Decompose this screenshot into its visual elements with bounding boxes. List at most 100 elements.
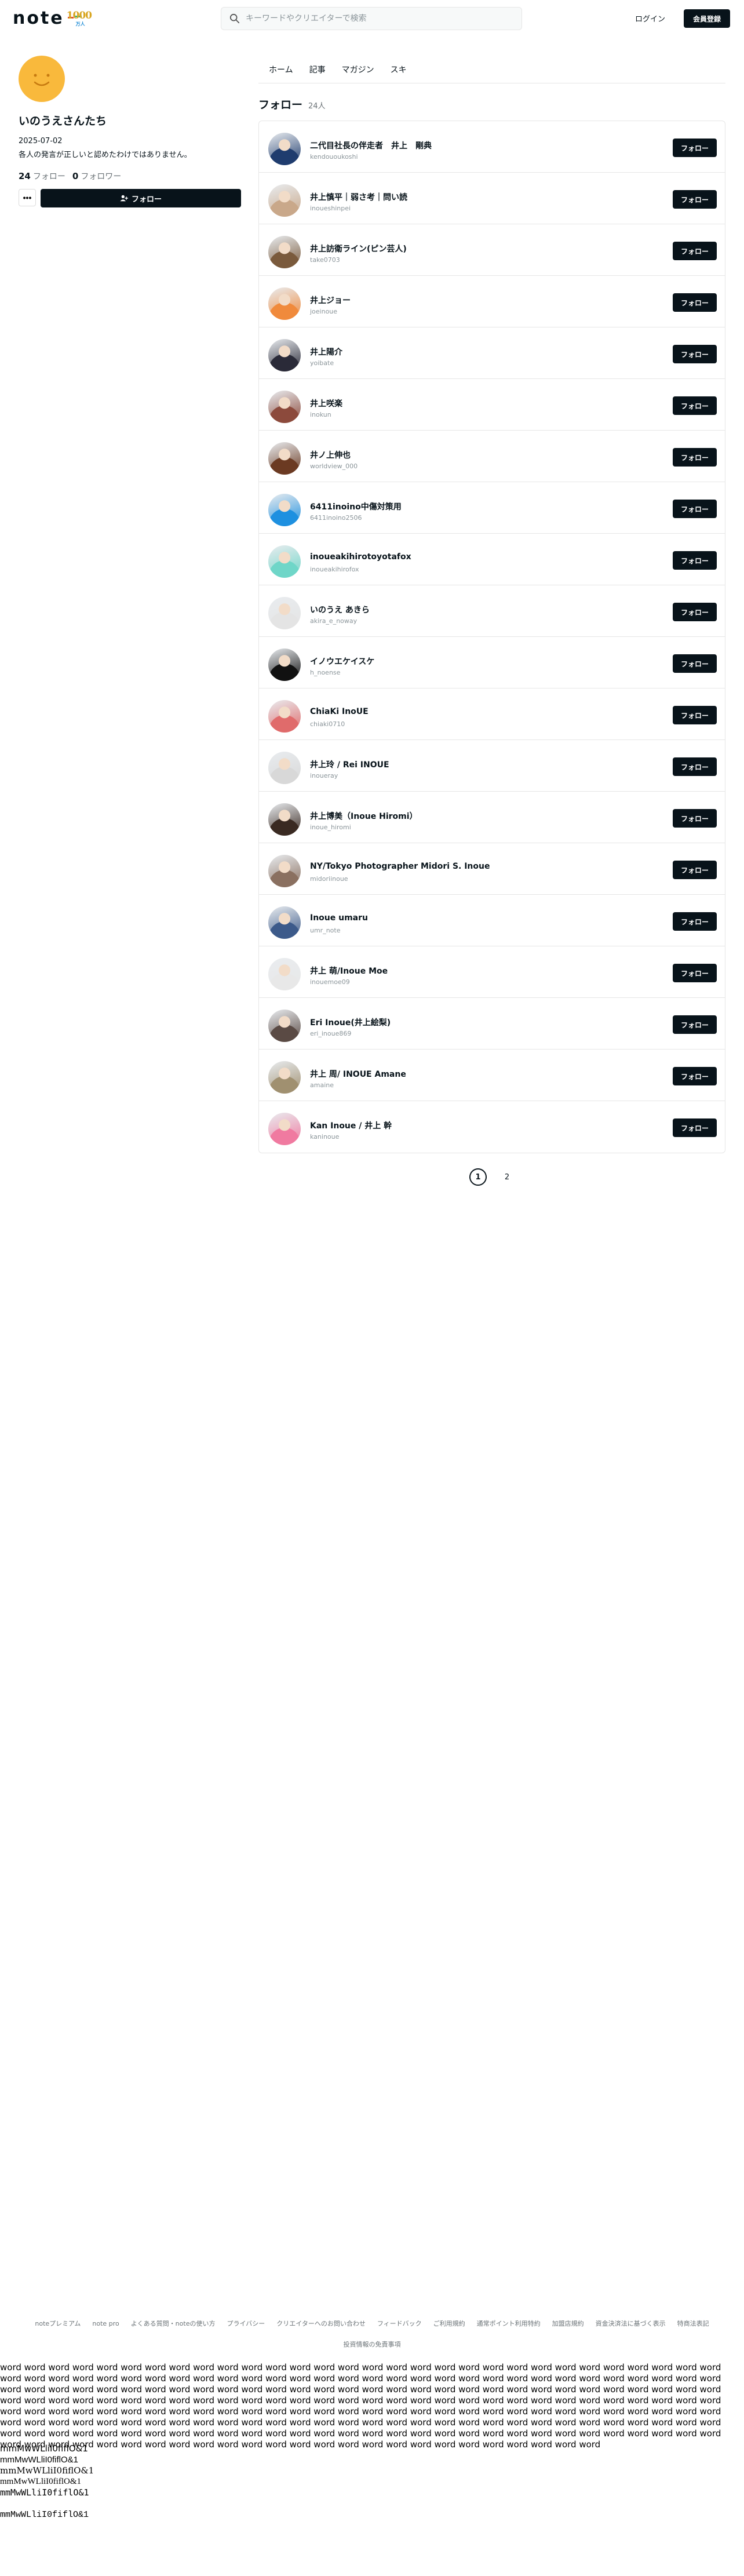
follow-row[interactable]: 井ノ上伸也 worldview_000 フォロー: [259, 431, 725, 482]
user-avatar[interactable]: [268, 597, 301, 629]
user-avatar[interactable]: [268, 1010, 301, 1042]
user-name[interactable]: 井上 萌/Inoue Moe: [310, 965, 388, 977]
follow-button[interactable]: フォロー: [673, 809, 717, 828]
follow-button[interactable]: フォロー: [673, 242, 717, 260]
user-avatar[interactable]: [268, 133, 301, 165]
user-name[interactable]: 井ノ上伸也: [310, 449, 351, 461]
user-avatar[interactable]: [268, 1061, 301, 1094]
user-avatar[interactable]: [268, 855, 301, 887]
user-avatar[interactable]: [268, 494, 301, 526]
user-avatar[interactable]: [268, 958, 301, 990]
follow-row[interactable]: 井上博美（Inoue Hiromi） inoue_hiromi フォロー: [259, 792, 725, 843]
follow-row[interactable]: 井上咲楽 inokun フォロー: [259, 379, 725, 431]
user-avatar[interactable]: [268, 1113, 301, 1145]
follow-button[interactable]: フォロー: [673, 448, 717, 467]
follow-button[interactable]: フォロー: [673, 1067, 717, 1085]
follow-row[interactable]: Kan Inoue / 井上 幹 kaninoue フォロー: [259, 1101, 725, 1153]
user-name[interactable]: 井上 周/ INOUE Amane: [310, 1068, 406, 1080]
follow-row[interactable]: 二代目社長の伴走者 井上 剛典 kendououkoshi フォロー: [259, 121, 725, 173]
user-name[interactable]: Kan Inoue / 井上 幹: [310, 1120, 392, 1131]
follow-button[interactable]: フォロー: [673, 139, 717, 157]
follow-row[interactable]: NY/Tokyo Photographer Midori S. Inoue mid…: [259, 843, 725, 895]
user-name[interactable]: 井上陽介: [310, 346, 342, 358]
footer-link[interactable]: 資金決済法に基づく表示: [596, 2320, 666, 2327]
footer-link[interactable]: 特商法表記: [677, 2320, 709, 2327]
following-link[interactable]: 24 フォロー: [19, 170, 65, 182]
footer-link[interactable]: クリエイターへのお問い合わせ: [276, 2320, 366, 2327]
user-avatar[interactable]: [268, 391, 301, 423]
follow-button[interactable]: フォロー: [673, 757, 717, 776]
user-name[interactable]: Eri Inoue(井上絵梨): [310, 1016, 391, 1028]
follow-button[interactable]: フォロー: [673, 861, 717, 879]
footer-link[interactable]: プライバシー: [227, 2320, 265, 2327]
user-avatar[interactable]: [268, 906, 301, 939]
user-name[interactable]: 6411inoino中傷対策用: [310, 501, 402, 512]
follow-row[interactable]: inoueakihirotoyotafox inoueakihirofox フォロー: [259, 534, 725, 585]
user-avatar[interactable]: [268, 339, 301, 371]
follow-button[interactable]: フォロー: [673, 912, 717, 931]
follow-button[interactable]: フォロー: [673, 706, 717, 724]
follow-row[interactable]: 井上訪衛ライン(ピン芸人) take0703 フォロー: [259, 224, 725, 276]
profile-follow-button[interactable]: フォロー: [41, 189, 241, 207]
footer-link[interactable]: note pro: [92, 2320, 119, 2327]
page-2-button[interactable]: 2: [498, 1168, 516, 1186]
user-name[interactable]: 井上慎平｜弱さ考｜問い読: [310, 191, 407, 203]
search-box[interactable]: [221, 7, 522, 30]
user-avatar[interactable]: [268, 287, 301, 320]
follow-button[interactable]: フォロー: [673, 396, 717, 415]
follow-row[interactable]: 井上玲 / Rei INOUE inoueray フォロー: [259, 740, 725, 792]
user-name[interactable]: 井上ジョー: [310, 294, 351, 306]
follow-row[interactable]: イノウエケイスケ h_noense フォロー: [259, 637, 725, 688]
footer-link[interactable]: よくある質問・noteの使い方: [131, 2320, 216, 2327]
user-name[interactable]: inoueakihirotoyotafox: [310, 552, 411, 562]
follow-button[interactable]: フォロー: [673, 1118, 717, 1137]
follow-row[interactable]: いのうえ あきら akira_e_noway フォロー: [259, 585, 725, 637]
user-avatar[interactable]: [268, 700, 301, 733]
more-options-button[interactable]: •••: [19, 189, 36, 206]
follow-row[interactable]: 井上 周/ INOUE Amane amaine フォロー: [259, 1050, 725, 1101]
footer-link[interactable]: フィードバック: [377, 2320, 422, 2327]
follow-button[interactable]: フォロー: [673, 293, 717, 312]
follow-row[interactable]: Eri Inoue(井上絵梨) eri_inoue869 フォロー: [259, 998, 725, 1050]
user-name[interactable]: NY/Tokyo Photographer Midori S. Inoue: [310, 862, 490, 871]
user-avatar[interactable]: [268, 648, 301, 681]
tab-articles[interactable]: 記事: [301, 60, 334, 83]
footer-link[interactable]: 投資情報の免責事項: [344, 2341, 401, 2348]
search-input[interactable]: [246, 14, 512, 23]
user-avatar[interactable]: [268, 184, 301, 217]
page-1-button[interactable]: 1: [469, 1168, 487, 1186]
follow-button[interactable]: フォロー: [673, 345, 717, 363]
user-avatar[interactable]: [268, 236, 301, 268]
user-name[interactable]: 井上訪衛ライン(ピン芸人): [310, 243, 407, 254]
follow-row[interactable]: 6411inoino中傷対策用 6411inoino2506 フォロー: [259, 482, 725, 534]
follow-button[interactable]: フォロー: [673, 964, 717, 982]
tab-home[interactable]: ホーム: [258, 60, 301, 83]
footer-link[interactable]: ご利用規約: [433, 2320, 465, 2327]
user-avatar[interactable]: [268, 545, 301, 578]
user-name[interactable]: 井上咲楽: [310, 398, 342, 409]
user-name[interactable]: ChiaKi InoUE: [310, 707, 369, 716]
user-avatar[interactable]: [268, 752, 301, 784]
follow-button[interactable]: フォロー: [673, 190, 717, 209]
follow-button[interactable]: フォロー: [673, 500, 717, 518]
note-logo[interactable]: note 1000 万人: [13, 9, 92, 28]
footer-link[interactable]: 加盟店規約: [552, 2320, 584, 2327]
user-name[interactable]: 二代目社長の伴走者 井上 剛典: [310, 140, 432, 151]
follow-row[interactable]: 井上慎平｜弱さ考｜問い読 inoueshinpei フォロー: [259, 173, 725, 224]
follow-button[interactable]: フォロー: [673, 1015, 717, 1034]
followers-link[interactable]: 0 フォロワー: [72, 170, 121, 182]
follow-button[interactable]: フォロー: [673, 603, 717, 621]
follow-row[interactable]: 井上陽介 yoibate フォロー: [259, 327, 725, 379]
follow-row[interactable]: ChiaKi InoUE chiaki0710 フォロー: [259, 688, 725, 740]
tab-magazines[interactable]: マガジン: [334, 60, 382, 83]
user-name[interactable]: Inoue umaru: [310, 913, 368, 923]
signup-button[interactable]: 会員登録: [684, 9, 730, 28]
user-name[interactable]: イノウエケイスケ: [310, 655, 374, 667]
user-name[interactable]: 井上博美（Inoue Hiromi）: [310, 810, 418, 822]
user-name[interactable]: いのうえ あきら: [310, 604, 370, 615]
follow-row[interactable]: 井上 萌/Inoue Moe inouemoe09 フォロー: [259, 946, 725, 998]
tab-likes[interactable]: スキ: [382, 60, 415, 83]
follow-row[interactable]: 井上ジョー joeinoue フォロー: [259, 276, 725, 327]
footer-link[interactable]: noteプレミアム: [35, 2320, 81, 2327]
user-name[interactable]: 井上玲 / Rei INOUE: [310, 759, 389, 770]
